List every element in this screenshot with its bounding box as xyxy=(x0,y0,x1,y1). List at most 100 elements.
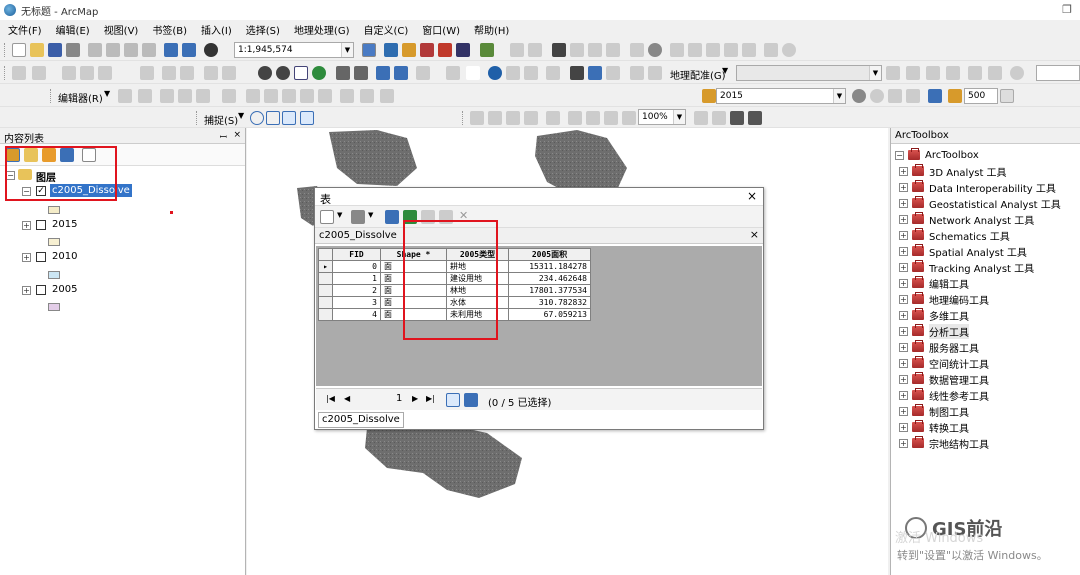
table-tab-name[interactable]: c2005_Dissolve xyxy=(319,230,397,241)
open-folder-icon[interactable] xyxy=(30,43,44,57)
find-binoculars-icon[interactable] xyxy=(570,66,584,80)
map-scale-combo[interactable]: 1:1,945,574 ▼ xyxy=(234,42,354,58)
viewer-icon[interactable] xyxy=(988,66,1002,80)
zoom-layout-icon[interactable] xyxy=(98,66,112,80)
create-features-icon[interactable] xyxy=(380,89,394,103)
layer-combo[interactable]: 2015 ▼ xyxy=(716,88,846,104)
fixed-zoom-out-icon[interactable] xyxy=(354,66,368,80)
row-selector[interactable] xyxy=(318,272,333,285)
expand-icon[interactable]: + xyxy=(899,230,908,240)
topology-validate-icon[interactable] xyxy=(742,43,756,57)
error-inspector-icon[interactable] xyxy=(764,43,778,57)
expand-icon[interactable]: + xyxy=(899,326,908,336)
identify-route-icon[interactable] xyxy=(204,66,218,80)
row-selector-arrow-icon[interactable]: ▸ xyxy=(318,260,333,273)
chevron-down-icon[interactable]: ▼ xyxy=(833,89,845,103)
layer-symbol-swatch[interactable] xyxy=(48,206,60,214)
zoom-out-icon[interactable] xyxy=(276,66,290,80)
transparency-icon[interactable] xyxy=(888,89,902,103)
toolbox-item[interactable]: + 空间统计工具 xyxy=(899,355,989,371)
chevron-down-icon[interactable]: ▼ xyxy=(341,43,353,57)
add-data-icon[interactable] xyxy=(204,43,218,57)
globe-tool-icon[interactable] xyxy=(648,43,662,57)
split-icon[interactable] xyxy=(300,89,314,103)
time-slider-icon[interactable] xyxy=(630,66,644,80)
cell-fid[interactable]: 2 xyxy=(332,284,381,297)
end-point-arc-icon[interactable] xyxy=(178,89,192,103)
chevron-down-icon[interactable]: ▼ xyxy=(869,66,881,80)
table-window-titlebar[interactable]: 表 × xyxy=(315,188,763,206)
menu-edit[interactable]: 编辑(E) xyxy=(56,22,90,37)
route-edit-icon[interactable] xyxy=(180,66,194,80)
expand-icon[interactable]: + xyxy=(899,310,908,320)
restore-window-icon[interactable]: ❐ xyxy=(1062,3,1072,16)
cell-area[interactable]: 67.059213 xyxy=(508,308,591,321)
identify-icon[interactable] xyxy=(488,66,502,80)
column-header-area-2005[interactable]: 2005面积 xyxy=(508,248,591,261)
toolbox-item[interactable]: + 多维工具 xyxy=(899,307,969,323)
zoom-100-icon[interactable] xyxy=(546,111,560,125)
toolbox-root[interactable]: − ArcToolbox xyxy=(895,147,979,163)
toolbox-item[interactable]: + 地理编码工具 xyxy=(899,291,989,307)
layer-symbol-swatch[interactable] xyxy=(48,238,60,246)
flicker-icon[interactable] xyxy=(928,89,942,103)
go-forward-extent-icon[interactable] xyxy=(604,111,618,125)
pan-layout-icon[interactable] xyxy=(80,66,94,80)
menu-file[interactable]: 文件(F) xyxy=(8,22,42,37)
cell-fid[interactable]: 0 xyxy=(332,260,381,273)
expand-icon[interactable]: + xyxy=(899,422,908,432)
straight-segment-icon[interactable] xyxy=(160,89,174,103)
trace-icon[interactable] xyxy=(196,89,210,103)
toolbox-item[interactable]: + Geostatistical Analyst 工具 xyxy=(899,195,1061,211)
save-icon[interactable] xyxy=(48,43,62,57)
toolbox-item[interactable]: + 编辑工具 xyxy=(899,275,969,291)
editor-toolbar-icon[interactable] xyxy=(362,43,376,57)
layer-name-2015[interactable]: 2015 xyxy=(52,219,77,230)
hatch-icon[interactable] xyxy=(222,66,236,80)
modelbuilder-icon[interactable] xyxy=(480,43,494,57)
clear-selection-icon[interactable] xyxy=(446,66,460,80)
expand-icon[interactable]: + xyxy=(899,374,908,384)
expand-icon[interactable]: + xyxy=(899,262,908,272)
cut-icon[interactable] xyxy=(88,43,102,57)
expand-icon[interactable]: + xyxy=(899,406,908,416)
point-icon[interactable] xyxy=(222,89,236,103)
arctoolbox-icon[interactable] xyxy=(438,43,452,57)
reshape-icon[interactable] xyxy=(264,89,278,103)
toolbox-item[interactable]: + 服务器工具 xyxy=(899,339,979,355)
measure-tool-icon[interactable] xyxy=(552,43,566,57)
search-window-icon[interactable] xyxy=(420,43,434,57)
shift-icon[interactable] xyxy=(906,66,920,80)
find-route-icon[interactable] xyxy=(588,66,602,80)
menu-selection[interactable]: 选择(S) xyxy=(246,22,280,37)
rotate-edit-icon[interactable] xyxy=(318,89,332,103)
snap-tool-icon[interactable] xyxy=(570,43,584,57)
cut-polygons-icon[interactable] xyxy=(282,89,296,103)
toolbox-item[interactable]: + Tracking Analyst 工具 xyxy=(899,259,1034,275)
georeferencing-menu[interactable]: 地理配准(G) xyxy=(670,67,726,82)
editor-menu[interactable]: 编辑器(R) xyxy=(58,90,103,105)
goto-xy-icon[interactable] xyxy=(606,66,620,80)
chevron-down-icon[interactable]: ▼ xyxy=(238,111,244,120)
toolbox-item[interactable]: + 数据管理工具 xyxy=(899,371,989,387)
close-icon[interactable]: × xyxy=(747,189,757,203)
copy-icon[interactable] xyxy=(106,43,120,57)
change-layout-icon[interactable] xyxy=(730,111,744,125)
menu-bookmarks[interactable]: 书签(B) xyxy=(152,22,187,37)
cell-area[interactable]: 15311.184278 xyxy=(508,260,591,273)
toolbar-grip[interactable] xyxy=(462,111,465,125)
print-icon[interactable] xyxy=(66,43,80,57)
toc-window-icon[interactable] xyxy=(384,43,398,57)
contrast-icon[interactable] xyxy=(852,89,866,103)
scale-tool-icon[interactable] xyxy=(630,43,644,57)
snapping-menu[interactable]: 捕捉(S) xyxy=(204,112,238,127)
redo-icon[interactable] xyxy=(182,43,196,57)
column-header-fid[interactable]: FID xyxy=(332,248,381,261)
chevron-down-icon[interactable]: ▼ xyxy=(337,211,342,219)
text-tool-icon[interactable] xyxy=(32,66,46,80)
layout-tool-icon[interactable] xyxy=(62,66,76,80)
toolbox-item[interactable]: + 宗地结构工具 xyxy=(899,435,989,451)
back-arrow-icon[interactable] xyxy=(376,66,390,80)
select-by-attributes-icon[interactable] xyxy=(385,210,399,224)
smooth-icon[interactable] xyxy=(688,43,702,57)
